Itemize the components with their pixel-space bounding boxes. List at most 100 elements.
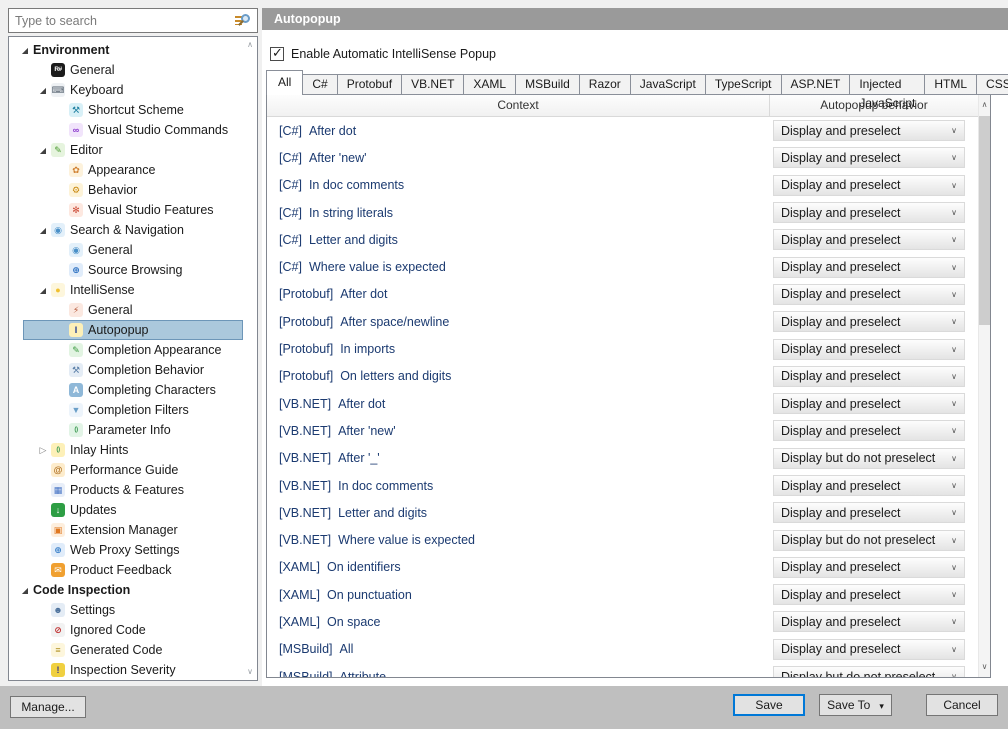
manage-button[interactable]: Manage...: [10, 696, 86, 718]
context-language: [Protobuf]: [279, 314, 334, 329]
save-button[interactable]: Save: [733, 694, 805, 716]
sidebar-item-general[interactable]: ◉ General: [9, 240, 243, 260]
sidebar-item-completion-behavior[interactable]: ⚒ Completion Behavior: [9, 360, 243, 380]
tab-protobuf[interactable]: Protobuf: [336, 74, 403, 95]
behavior-dropdown[interactable]: Display and preselect ∨: [773, 256, 965, 278]
behavior-dropdown[interactable]: Display and preselect ∨: [773, 147, 965, 169]
sidebar-item-shortcut-scheme[interactable]: ⚒ Shortcut Scheme: [9, 100, 243, 120]
sidebar-item-environment[interactable]: ◢ Environment: [9, 40, 243, 60]
context-language: [VB.NET]: [279, 478, 332, 493]
behavior-value: Display and preselect: [781, 478, 901, 493]
context-cell: [XAML] On space: [267, 615, 770, 629]
sidebar-item-appearance[interactable]: ✿ Appearance: [9, 160, 243, 180]
behavior-dropdown[interactable]: Display and preselect ∨: [773, 420, 965, 442]
sidebar-item-updates[interactable]: ↓ Updates: [9, 500, 243, 520]
tab-all[interactable]: All: [266, 70, 304, 95]
sidebar-scrollbar[interactable]: ∧ ∨: [244, 39, 256, 678]
tab-xaml[interactable]: XAML: [463, 74, 517, 95]
sidebar-item-settings[interactable]: ☻ Settings: [9, 600, 243, 620]
enable-autopopup-checkbox[interactable]: ✓: [270, 45, 284, 61]
sidebar-item-performance-guide[interactable]: @ Performance Guide: [9, 460, 243, 480]
sidebar-item-parameter-info[interactable]: () Parameter Info: [9, 420, 243, 440]
behavior-dropdown[interactable]: Display and preselect ∨: [773, 338, 965, 360]
sidebar-item-inlay-hints[interactable]: ▷() Inlay Hints: [9, 440, 243, 460]
behavior-dropdown[interactable]: Display and preselect ∨: [773, 475, 965, 496]
table-scrollbar[interactable]: ∧ ∨: [978, 95, 990, 677]
behavior-dropdown[interactable]: Display and preselect ∨: [773, 229, 965, 251]
expanded-arrow-icon[interactable]: ◢: [35, 146, 51, 155]
behavior-dropdown[interactable]: Display and preselect ∨: [773, 120, 965, 142]
sidebar-item-product-feedback[interactable]: ✉ Product Feedback: [9, 560, 243, 580]
behavior-dropdown[interactable]: Display and preselect ∨: [773, 202, 965, 224]
behavior-dropdown[interactable]: Display and preselect ∨: [773, 584, 965, 606]
sidebar-item-label: Completion Behavior: [88, 363, 205, 377]
sidebar-item-autopopup[interactable]: I Autopopup: [9, 320, 243, 340]
sidebar-item-products-features[interactable]: ▦ Products & Features: [9, 480, 243, 500]
scroll-up-icon[interactable]: ∧: [979, 98, 990, 112]
scroll-down-icon[interactable]: ∨: [244, 666, 256, 678]
cancel-button[interactable]: Cancel: [926, 694, 998, 716]
tab-html[interactable]: HTML: [924, 74, 978, 95]
sidebar-item-inspection-severity[interactable]: ! Inspection Severity: [9, 660, 243, 680]
behavior-dropdown[interactable]: Display but do not preselect ∨: [773, 666, 965, 677]
scroll-down-icon[interactable]: ∨: [979, 660, 990, 674]
behavior-dropdown[interactable]: Display and preselect ∨: [773, 365, 965, 387]
sidebar-item-search-navigation[interactable]: ◢ ◉ Search & Navigation: [9, 220, 243, 240]
sidebar-item-completing-characters[interactable]: A Completing Characters: [9, 380, 243, 400]
expanded-arrow-icon[interactable]: ◢: [17, 586, 33, 595]
sidebar-item-behavior[interactable]: ⚙ Behavior: [9, 180, 243, 200]
behavior-dropdown[interactable]: Display and preselect ∨: [773, 638, 965, 660]
sidebar-item-general[interactable]: ⚡ General: [9, 300, 243, 320]
column-header-context[interactable]: Context: [267, 95, 770, 116]
tab-vb-net[interactable]: VB.NET: [401, 74, 465, 95]
sidebar-item-source-browsing[interactable]: ⊕ Source Browsing: [9, 260, 243, 280]
tab-msbuild[interactable]: MSBuild: [515, 74, 580, 95]
expanded-arrow-icon[interactable]: ◢: [35, 286, 51, 295]
behavior-dropdown[interactable]: Display and preselect ∨: [773, 502, 965, 524]
sidebar-item-general[interactable]: R# General: [9, 60, 243, 80]
sidebar-item-completion-filters[interactable]: ▼ Completion Filters: [9, 400, 243, 420]
sidebar-item-visual-studio-commands[interactable]: ∞ Visual Studio Commands: [9, 120, 243, 140]
tab-c[interactable]: C#: [302, 74, 338, 95]
page-title: Autopopup: [274, 12, 341, 26]
save-to-button[interactable]: Save To ▾: [819, 694, 892, 716]
sidebar-item-completion-appearance[interactable]: ✎ Completion Appearance: [9, 340, 243, 360]
behavior-dropdown[interactable]: Display and preselect ∨: [773, 611, 965, 633]
chevron-down-icon: ∨: [951, 235, 957, 245]
behavior-value: Display and preselect: [781, 150, 901, 165]
sidebar-item-code-inspection[interactable]: ◢ Code Inspection: [9, 580, 243, 600]
expanded-arrow-icon[interactable]: ◢: [35, 86, 51, 95]
sidebar-item-editor[interactable]: ◢ ✎ Editor: [9, 140, 243, 160]
scrollbar-thumb[interactable]: [979, 116, 990, 325]
sidebar-item-intellisense[interactable]: ◢ ● IntelliSense: [9, 280, 243, 300]
sidebar-item-generated-code[interactable]: ≡ Generated Code: [9, 640, 243, 660]
search-filter-icon[interactable]: [235, 14, 251, 28]
behavior-dropdown[interactable]: Display but do not preselect ∨: [773, 529, 965, 551]
behavior-dropdown[interactable]: Display and preselect ∨: [773, 311, 965, 333]
context-cell: [VB.NET] Letter and digits: [267, 506, 770, 520]
tab-razor[interactable]: Razor: [578, 74, 631, 95]
behavior-dropdown[interactable]: Display and preselect ∨: [773, 283, 965, 305]
sidebar-item-visual-studio-features[interactable]: ✻ Visual Studio Features: [9, 200, 243, 220]
expanded-arrow-icon[interactable]: ◢: [35, 226, 51, 235]
collapsed-arrow-icon[interactable]: ▷: [35, 445, 51, 456]
sidebar-item-ignored-code[interactable]: ⊘ Ignored Code: [9, 620, 243, 640]
completing-characters-icon: A: [69, 383, 83, 397]
search-input[interactable]: [15, 9, 225, 32]
behavior-dropdown[interactable]: Display and preselect ∨: [773, 174, 965, 196]
behavior-dropdown[interactable]: Display but do not preselect ∨: [773, 447, 965, 469]
tab-injected-javascript[interactable]: Injected JavaScript: [849, 74, 926, 110]
sidebar-item-web-proxy-settings[interactable]: ⊕ Web Proxy Settings: [9, 540, 243, 560]
sidebar-item-keyboard[interactable]: ◢ ⌨ Keyboard: [9, 80, 243, 100]
tab-asp-net[interactable]: ASP.NET: [780, 74, 851, 95]
context-cell: [Protobuf] After space/newline: [267, 315, 770, 329]
scroll-up-icon[interactable]: ∧: [244, 39, 256, 51]
tab-typescript[interactable]: TypeScript: [704, 74, 782, 95]
behavior-dropdown[interactable]: Display and preselect ∨: [773, 556, 965, 578]
sidebar-item-extension-manager[interactable]: ▣ Extension Manager: [9, 520, 243, 540]
chevron-down-icon: ∨: [951, 289, 957, 299]
behavior-dropdown[interactable]: Display and preselect ∨: [773, 393, 965, 415]
tab-css[interactable]: CSS: [976, 74, 1008, 95]
tab-javascript[interactable]: JavaScript: [629, 74, 706, 95]
expanded-arrow-icon[interactable]: ◢: [17, 46, 33, 55]
